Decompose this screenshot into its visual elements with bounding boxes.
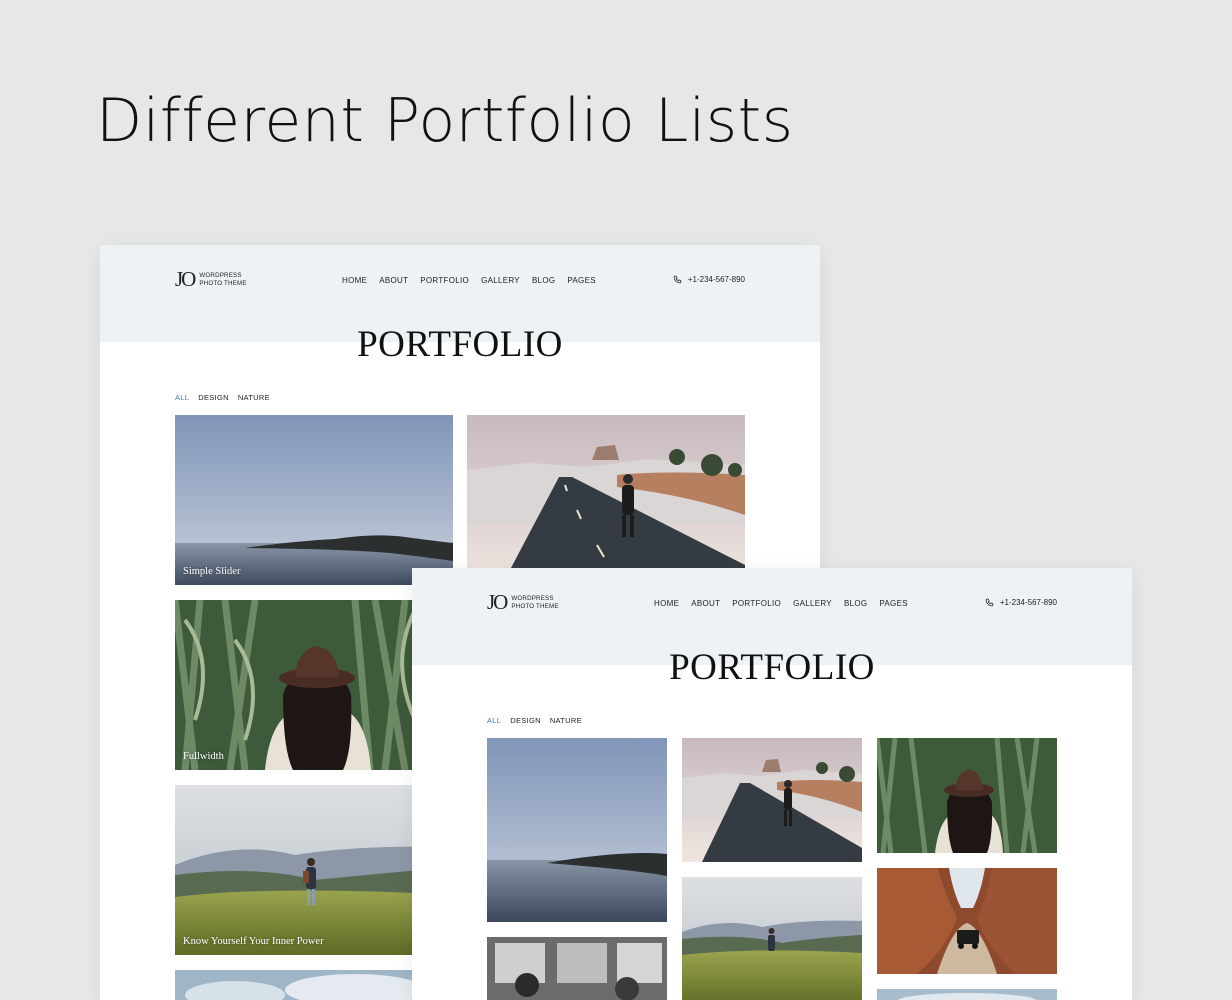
filter-design[interactable]: DESIGN <box>510 716 541 725</box>
nav-gallery[interactable]: GALLERY <box>793 599 832 608</box>
portfolio-item-caption: Know Yourself Your Inner Power <box>183 936 324 947</box>
coast-photo <box>175 415 453 585</box>
portfolio-item-sky[interactable] <box>877 989 1057 1000</box>
phone-icon <box>985 598 994 607</box>
phone-number: +1-234-567-890 <box>999 598 1057 607</box>
site-logo[interactable]: JO WORDPRESS PHOTO THEME <box>487 590 559 615</box>
portfolio-item-canyon[interactable] <box>877 868 1057 974</box>
nav-blog[interactable]: BLOG <box>532 276 555 285</box>
field-photo <box>877 738 1057 853</box>
nav-home[interactable]: HOME <box>342 276 367 285</box>
portfolio-filters: ALL DESIGN NATURE <box>175 393 270 402</box>
portfolio-item-bus[interactable] <box>487 937 667 1000</box>
portfolio-item-meadow[interactable] <box>682 877 862 1000</box>
canyon-photo <box>877 868 1057 974</box>
coast-photo <box>487 738 667 922</box>
main-nav: HOME ABOUT PORTFOLIO GALLERY BLOG PAGES <box>654 599 908 608</box>
filter-design[interactable]: DESIGN <box>198 393 229 402</box>
road-photo <box>682 738 862 862</box>
logo-mark: JO <box>175 267 196 291</box>
logo-text: WORDPRESS PHOTO THEME <box>511 594 559 610</box>
portfolio-item-road[interactable] <box>467 415 745 585</box>
main-nav: HOME ABOUT PORTFOLIO GALLERY BLOG PAGES <box>342 276 596 285</box>
filter-nature[interactable]: NATURE <box>238 393 270 402</box>
site-logo[interactable]: JO WORDPRESS PHOTO THEME <box>175 267 247 292</box>
meadow-photo <box>682 877 862 1000</box>
page-title: PORTFOLIO <box>669 647 875 688</box>
nav-blog[interactable]: BLOG <box>844 599 867 608</box>
phone-contact[interactable]: +1-234-567-890 <box>673 275 745 284</box>
portfolio-item-caption: Fullwidth <box>183 751 224 762</box>
nav-about[interactable]: ABOUT <box>379 276 408 285</box>
portfolio-item-field[interactable] <box>877 738 1057 853</box>
phone-number: +1-234-567-890 <box>687 275 745 284</box>
nav-about[interactable]: ABOUT <box>691 599 720 608</box>
nav-portfolio[interactable]: PORTFOLIO <box>732 599 781 608</box>
nav-home[interactable]: HOME <box>654 599 679 608</box>
portfolio-item-coast[interactable] <box>487 738 667 922</box>
page-title: PORTFOLIO <box>357 324 563 365</box>
portfolio-item-caption: Simple Slider <box>183 566 241 577</box>
page-heading: Different Portfolio Lists <box>96 86 794 156</box>
filter-nature[interactable]: NATURE <box>550 716 582 725</box>
portfolio-filters: ALL DESIGN NATURE <box>487 716 582 725</box>
phone-contact[interactable]: +1-234-567-890 <box>985 598 1057 607</box>
road-photo <box>467 415 745 585</box>
filter-all[interactable]: ALL <box>175 393 189 402</box>
phone-icon <box>673 275 682 284</box>
nav-pages[interactable]: PAGES <box>567 276 595 285</box>
nav-pages[interactable]: PAGES <box>879 599 907 608</box>
filter-all[interactable]: ALL <box>487 716 501 725</box>
logo-text: WORDPRESS PHOTO THEME <box>199 271 247 287</box>
portfolio-mockup-masonry: JO WORDPRESS PHOTO THEME HOME ABOUT PORTF… <box>412 568 1132 1000</box>
nav-gallery[interactable]: GALLERY <box>481 276 520 285</box>
bus-photo <box>487 937 667 1000</box>
sky-photo <box>877 989 1057 1000</box>
nav-portfolio[interactable]: PORTFOLIO <box>420 276 469 285</box>
portfolio-item-road[interactable] <box>682 738 862 862</box>
portfolio-item-coast[interactable]: Simple Slider <box>175 415 453 585</box>
logo-mark: JO <box>487 590 508 614</box>
